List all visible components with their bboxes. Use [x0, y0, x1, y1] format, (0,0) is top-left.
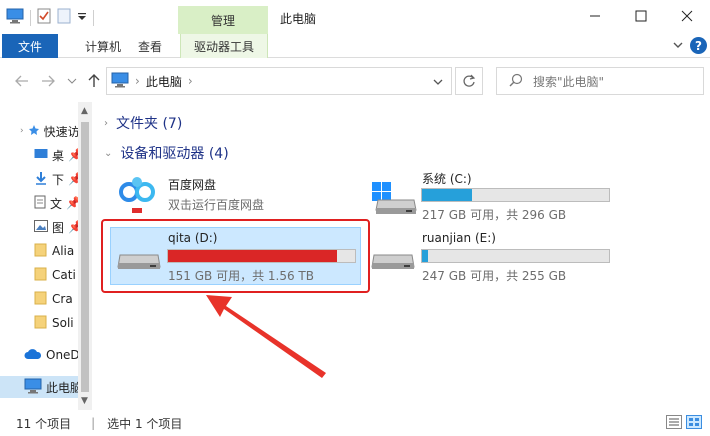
annotation-arrow — [206, 295, 326, 378]
tiles-view-icon[interactable] — [686, 415, 702, 432]
details-view-icon[interactable] — [666, 415, 682, 432]
selected-count: 选中 1 个项目 — [107, 416, 183, 431]
item-count: 11 个项目 — [16, 416, 72, 431]
status-bar: 11 个项目 | 选中 1 个项目 — [0, 410, 710, 436]
